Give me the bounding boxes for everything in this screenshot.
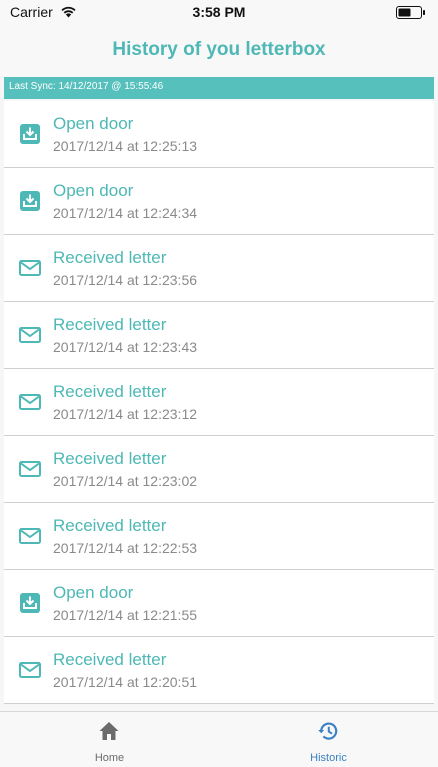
last-sync-label: Last Sync: 14/12/2017 @ 15:55:46 <box>9 81 164 92</box>
mail-icon <box>19 461 41 477</box>
history-row[interactable]: Received letter 2017/12/14 at 12:23:02 <box>4 436 434 503</box>
mail-icon <box>19 260 41 276</box>
tab-home[interactable]: Home <box>0 712 219 767</box>
mail-icon <box>19 662 41 678</box>
open-door-icon <box>20 191 40 211</box>
row-title: Received letter <box>53 382 167 401</box>
row-title: Received letter <box>53 449 167 468</box>
home-icon <box>99 722 119 740</box>
row-timestamp: 2017/12/14 at 12:25:13 <box>53 138 198 154</box>
row-title: Received letter <box>53 248 167 267</box>
mail-icon <box>19 327 41 343</box>
row-title: Open door <box>53 114 134 133</box>
row-title: Open door <box>53 583 134 602</box>
tab-historic-label: Historic <box>310 752 347 764</box>
mail-icon <box>19 528 41 544</box>
row-timestamp: 2017/12/14 at 12:23:56 <box>53 272 198 288</box>
row-timestamp: 2017/12/14 at 12:20:51 <box>53 674 198 690</box>
history-icon <box>318 722 338 740</box>
tab-historic[interactable]: Historic <box>219 712 438 767</box>
history-row[interactable]: Received letter 2017/12/14 at 12:23:12 <box>4 369 434 436</box>
row-timestamp: 2017/12/14 at 12:23:12 <box>53 406 198 422</box>
status-bar: Carrier 3:58 PM <box>0 0 438 26</box>
open-door-icon <box>20 124 40 144</box>
history-row[interactable]: Received letter 2017/12/14 at 12:23:56 <box>4 235 434 302</box>
row-title: Open door <box>53 181 134 200</box>
battery-icon <box>396 6 425 19</box>
history-row[interactable]: Received letter 2017/12/14 at 12:22:53 <box>4 503 434 570</box>
history-row[interactable]: Open door 2017/12/14 at 12:24:34 <box>4 168 434 235</box>
row-timestamp: 2017/12/14 at 12:23:02 <box>53 473 198 489</box>
row-title: Received letter <box>53 516 167 535</box>
history-row[interactable]: Open door 2017/12/14 at 12:25:13 <box>4 101 434 168</box>
row-title: Received letter <box>53 650 167 669</box>
nav-header: History of you letterbox <box>0 26 438 76</box>
row-timestamp: 2017/12/14 at 12:21:55 <box>53 607 198 623</box>
history-list[interactable]: Open door 2017/12/14 at 12:25:13 Open do… <box>4 101 434 704</box>
sync-bar: Last Sync: 14/12/2017 @ 15:55:46 <box>4 77 434 99</box>
row-timestamp: 2017/12/14 at 12:23:43 <box>53 339 198 355</box>
page-title: History of you letterbox <box>112 39 326 60</box>
history-row[interactable]: Received letter 2017/12/14 at 12:23:43 <box>4 302 434 369</box>
tab-home-label: Home <box>94 752 125 764</box>
history-row[interactable]: Received letter 2017/12/14 at 12:20:51 <box>4 637 434 704</box>
row-title: Received letter <box>53 315 167 334</box>
row-timestamp: 2017/12/14 at 12:22:53 <box>53 540 198 556</box>
status-time: 3:58 PM <box>192 4 246 20</box>
row-timestamp: 2017/12/14 at 12:24:34 <box>53 205 198 221</box>
mail-icon <box>19 394 41 410</box>
open-door-icon <box>20 593 40 613</box>
tab-bar: Home Historic <box>0 711 438 767</box>
history-row[interactable]: Open door 2017/12/14 at 12:21:55 <box>4 570 434 637</box>
